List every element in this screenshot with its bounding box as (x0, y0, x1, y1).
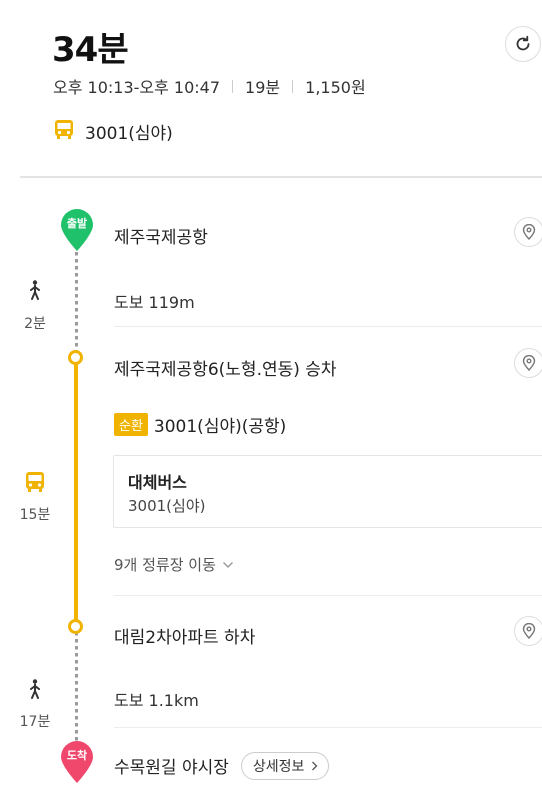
row-divider (114, 595, 542, 596)
bus-icon (53, 118, 75, 145)
location-pin-icon (522, 224, 536, 240)
walk-distance: 도보 119m (114, 293, 195, 312)
chevron-right-icon (311, 761, 318, 771)
route-summary: 3001(심야) (53, 118, 173, 145)
walk-icon (15, 679, 55, 699)
bus-line (74, 358, 78, 626)
alight-node (68, 619, 83, 634)
alternate-bus-title: 대체버스 (128, 473, 187, 492)
route-type-badge: 순환 (114, 413, 148, 436)
refresh-button[interactable] (505, 26, 541, 62)
end-place[interactable]: 수목원길 야시장 (114, 758, 229, 778)
ride-time: 19분 (245, 78, 281, 97)
divider (292, 79, 294, 93)
divider (232, 79, 234, 93)
bus-route-row: 순환 3001(심야)(공항) (114, 412, 286, 437)
walk-time: 2분 (24, 316, 46, 332)
alight-stop[interactable]: 대림2차아파트 하차 (114, 623, 255, 648)
board-location-button[interactable] (514, 348, 542, 378)
end-pin-label: 도착 (66, 749, 88, 762)
start-pin: 출발 (59, 208, 95, 252)
route-name: 3001(심야) (85, 124, 173, 144)
bus-time: 15분 (19, 507, 51, 523)
time-range: 오후 10:13-오후 10:47 (53, 78, 221, 97)
walk-line (75, 252, 78, 352)
end-place-row: 수목원길 야시장 상세정보 (114, 752, 329, 780)
stops-toggle[interactable]: 9개 정류장 이동 (114, 554, 234, 575)
alight-location-button[interactable] (514, 616, 542, 646)
detail-info-label: 상세정보 (252, 759, 305, 775)
walk-line (75, 632, 78, 742)
alternate-bus-route: 3001(심야) (128, 497, 206, 515)
chevron-down-icon (222, 561, 233, 568)
total-duration: 34분 (52, 30, 129, 70)
fare: 1,150원 (305, 78, 366, 97)
bus-icon (15, 470, 55, 494)
start-location-button[interactable] (514, 217, 542, 247)
alternate-bus-card[interactable]: 대체버스 3001(심야) (113, 455, 542, 528)
trip-meta: 오후 10:13-오후 10:47 19분 1,150원 (53, 74, 366, 98)
row-divider (114, 326, 542, 327)
refresh-icon (516, 35, 530, 51)
route-summary-header: 34분 오후 10:13-오후 10:47 19분 1,150원 3001(심야… (0, 0, 542, 178)
header-divider (20, 176, 542, 178)
board-stop[interactable]: 제주국제공항6(노형.연동) 승차 (114, 355, 337, 380)
location-pin-icon (522, 623, 536, 639)
start-pin-label: 출발 (66, 217, 88, 230)
end-pin: 도착 (59, 740, 95, 784)
bus-route-label: 3001(심야)(공항) (153, 417, 287, 437)
walk-icon (15, 280, 55, 300)
start-place[interactable]: 제주국제공항 (114, 223, 208, 248)
detail-info-button[interactable]: 상세정보 (240, 752, 329, 780)
board-node (68, 350, 83, 365)
walk-distance: 도보 1.1km (114, 691, 199, 710)
stops-count: 9개 정류장 이동 (114, 556, 216, 574)
walk-time: 17분 (19, 714, 51, 730)
row-divider (114, 727, 542, 728)
location-pin-icon (522, 355, 536, 371)
